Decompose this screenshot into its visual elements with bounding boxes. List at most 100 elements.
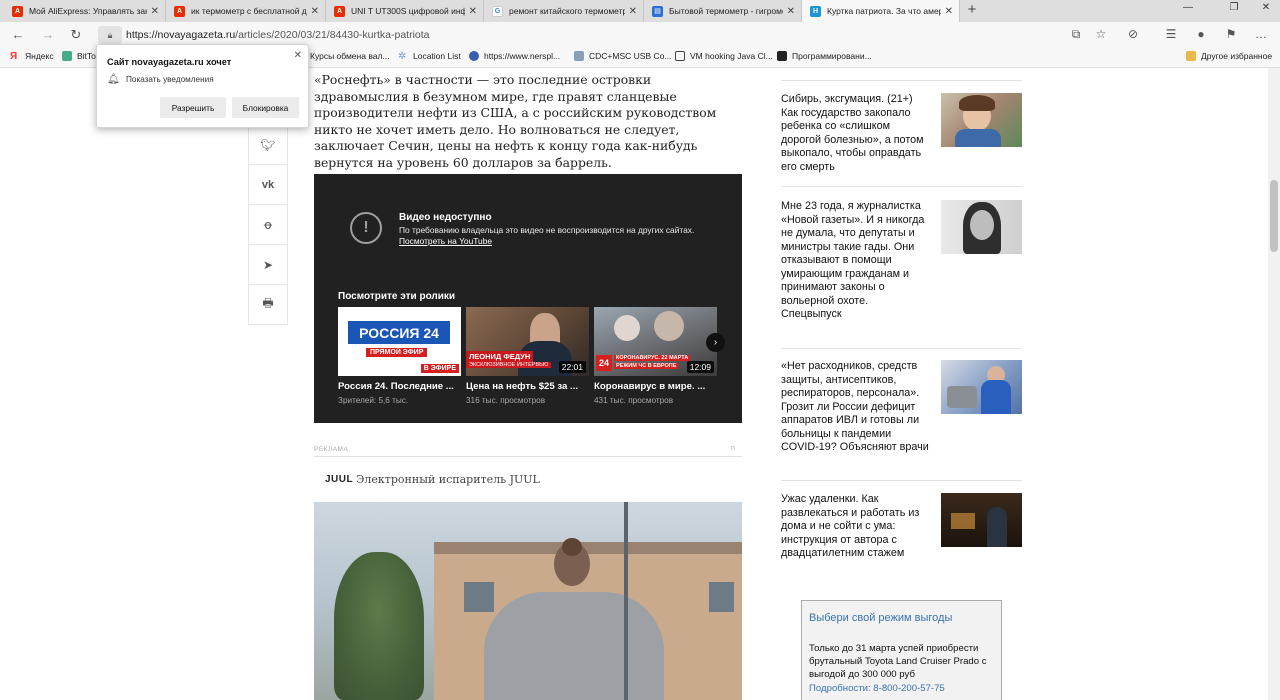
bookmark-location-list[interactable]: ✲ Location List	[398, 51, 461, 62]
tab-title: Бытовой термометр - гигромет	[669, 6, 783, 16]
ad-tree	[334, 552, 424, 700]
maximize-icon[interactable]: ❐	[1224, 2, 1244, 13]
url-path: /articles/2020/03/21/84430-kurtka-patrio…	[235, 29, 430, 41]
browser-tab-5[interactable]: ▤ Бытовой термометр - гигромет ✕	[644, 0, 802, 22]
bookmark-bitto[interactable]: BitTo	[62, 51, 96, 61]
ad-headline[interactable]: Электронный испаритель JUUL	[356, 473, 540, 486]
ad-window	[464, 582, 494, 612]
feedback-icon[interactable]: ⚑	[1222, 27, 1240, 41]
sidebar-news-1-image[interactable]	[941, 93, 1022, 147]
juul-logo[interactable]: JUUL	[325, 474, 353, 485]
ad-person-coat	[484, 592, 664, 700]
vk-share-button[interactable]: vk	[248, 165, 288, 205]
video-title-1[interactable]: Россия 24. Последние ...	[338, 381, 461, 392]
print-button[interactable]: 🖶︎	[248, 285, 288, 325]
close-tab-icon[interactable]: ✕	[787, 6, 795, 17]
close-tab-icon[interactable]: ✕	[629, 6, 637, 17]
video-thumbnail-2[interactable]: ЛЕОНИД ФЕДУН ЭКСКЛЮЗИВНОЕ ИНТЕРВЬЮ 22:01	[466, 307, 589, 376]
bookmark-programming[interactable]: Программировани...	[777, 51, 872, 61]
browser-tab-6-active[interactable]: Н Куртка патриота. За что амери ✕	[802, 0, 960, 22]
video-stats-2: 316 тыс. просмотров	[466, 396, 546, 405]
telegram-share-button[interactable]: ➤	[248, 245, 288, 285]
address-bar[interactable]: 🔒︎ https://novayagazeta.ru /articles/202…	[98, 25, 1118, 45]
sidebar-news-2-image[interactable]	[941, 200, 1022, 254]
child-shirt	[955, 129, 1001, 147]
bookmark-kursy[interactable]: Курсы обмена вал...	[310, 51, 390, 61]
next-videos-chevron-icon[interactable]: ›	[706, 333, 725, 352]
ad-label: РЕКЛАМА	[314, 446, 349, 453]
doctor-uniform	[981, 380, 1011, 414]
video-unavailable-desc: По требованию владельца это видео не вос…	[399, 225, 719, 247]
ad-marker[interactable]: n	[731, 445, 735, 452]
close-icon[interactable]: ✕	[294, 50, 302, 61]
sidebar-news-4-image[interactable]	[941, 493, 1022, 547]
favorites-list-icon[interactable]: ☰	[1162, 27, 1180, 41]
lock-icon[interactable]: 🔒︎	[98, 26, 122, 44]
new-tab-button[interactable]: +	[963, 1, 981, 18]
sidebar-news-3-image[interactable]	[941, 360, 1022, 414]
thumb-caption: КОРОНАВИРУС. 22 МАРТА	[614, 355, 691, 361]
portrait-face	[970, 210, 994, 240]
browser-tab-4[interactable]: G ремонт китайского термометр ✕	[484, 0, 644, 22]
bookmark-label: Location List	[413, 51, 461, 61]
video-stats-3: 431 тыс. просмотров	[594, 396, 674, 405]
sidebar-news-3[interactable]: «Нет расходников, средств защиты, антисе…	[781, 360, 931, 455]
block-button[interactable]: Блокировка	[232, 97, 299, 118]
allow-button[interactable]: Разрешить	[160, 97, 226, 118]
sidebar-divider	[781, 480, 1022, 481]
scrollbar-thumb[interactable]	[1270, 180, 1278, 252]
bookmark-nerspl[interactable]: https://www.nerspl...	[469, 51, 560, 61]
bookmark-yandex[interactable]: Я Яндекс	[10, 51, 54, 62]
browser-tab-1[interactable]: A Мой AliExpress: Управлять заказ ✕	[4, 0, 166, 22]
twitter-share-button[interactable]: 🐦︎	[248, 125, 288, 165]
bookmark-cdc-msc[interactable]: CDC+MSC USB Co...	[574, 51, 671, 61]
thumb-logo-text: РОССИЯ 24	[359, 324, 439, 341]
forward-icon[interactable]: →	[40, 27, 56, 42]
promo-title[interactable]: Выбери свой режим выгоды	[809, 612, 952, 624]
video-desc-text: По требованию владельца это видео не вос…	[399, 225, 695, 235]
thumb-caption: ЛЕОНИД ФЕДУН	[466, 351, 534, 362]
ok-share-button[interactable]: ꝋ	[248, 205, 288, 245]
sidebar-news-2[interactable]: Мне 23 года, я журналистка «Новой газеты…	[781, 200, 931, 322]
video-title-3[interactable]: Коронавирус в мире. ...	[594, 381, 717, 392]
browser-tab-2[interactable]: A ик термометр с бесплатной дос ✕	[166, 0, 326, 22]
bookmark-label: VM hooking Java Cl...	[690, 51, 773, 61]
bookmark-label: CDC+MSC USB Co...	[589, 51, 672, 61]
telegram-icon: ➤	[262, 257, 274, 272]
bookmark-label: Другое избранное	[1201, 51, 1273, 61]
ad-image[interactable]	[314, 502, 742, 700]
close-tab-icon[interactable]: ✕	[151, 6, 159, 17]
extension-icon[interactable]: ⊘	[1124, 27, 1142, 41]
minimize-icon[interactable]: —	[1178, 2, 1198, 13]
bookmark-other-favorites[interactable]: Другое избранное	[1186, 51, 1272, 61]
sidebar-news-4[interactable]: Ужас удаленки. Как развлекаться и работа…	[781, 493, 931, 561]
thumb-subcaption: ЭКСКЛЮЗИВНОЕ ИНТЕРВЬЮ	[466, 362, 552, 368]
star-icon: ✲	[398, 51, 407, 62]
close-tab-icon[interactable]: ✕	[311, 6, 319, 17]
page-scrollbar[interactable]	[1268, 68, 1280, 700]
close-window-icon[interactable]: ✕	[1256, 2, 1276, 13]
close-tab-icon[interactable]: ✕	[945, 6, 953, 17]
close-tab-icon[interactable]: ✕	[469, 6, 477, 17]
more-menu-icon[interactable]: …	[1252, 27, 1270, 41]
lamp-glow	[951, 513, 975, 529]
favorite-star-icon[interactable]: ☆	[1092, 27, 1110, 41]
bell-icon: 🔔︎	[107, 74, 120, 85]
watch-on-youtube-link[interactable]: Посмотреть на YouTube	[399, 236, 492, 246]
profile-avatar[interactable]: ●	[1192, 27, 1210, 41]
video-thumbnail-1[interactable]: РОССИЯ 24 ПРЯМОЙ ЭФИР В ЭФИРЕ	[338, 307, 461, 376]
translate-icon[interactable]: ⧉	[1067, 27, 1085, 42]
ad-person-hair-bun	[562, 538, 582, 556]
video-embed[interactable]: ! Видео недоступно По требованию владель…	[314, 174, 742, 423]
promo-phone[interactable]: Подробности: 8-800-200-57-75	[809, 683, 945, 694]
bookmark-vm-hooking[interactable]: VM hooking Java Cl...	[675, 51, 773, 61]
sidebar-news-1[interactable]: Сибирь, эксгумация. (21+) Как государств…	[781, 93, 931, 174]
video-thumbnail-3[interactable]: 24 КОРОНАВИРУС. 22 МАРТА РЕЖИМ ЧС В ЕВРО…	[594, 307, 717, 376]
back-icon[interactable]: ←	[10, 27, 26, 42]
reload-icon[interactable]: ↻	[68, 27, 84, 43]
promo-box[interactable]: Выбери свой режим выгоды Только до 31 ма…	[801, 600, 1002, 700]
ventilator-device	[947, 386, 977, 408]
video-title-2[interactable]: Цена на нефть $25 за ...	[466, 381, 589, 392]
browser-tab-3[interactable]: A UNI T UT300S цифровой инфра ✕	[326, 0, 484, 22]
bookmark-label: BitTo	[77, 51, 96, 61]
